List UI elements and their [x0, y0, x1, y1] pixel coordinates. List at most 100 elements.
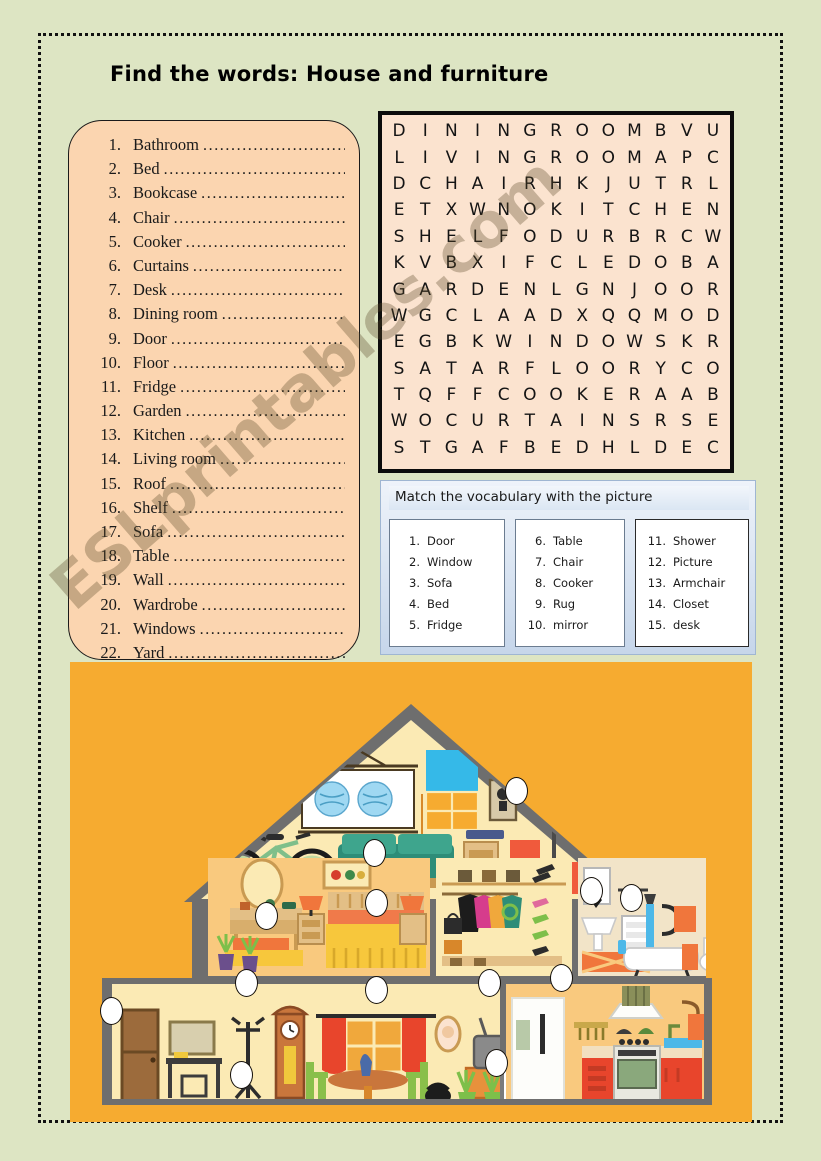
wordlist-item[interactable]: 14. Living room..........................…	[83, 449, 345, 473]
wordsearch-cell[interactable]: X	[464, 250, 490, 276]
wordlist-item[interactable]: 7. Desk..................................…	[83, 280, 345, 304]
wordlist-item[interactable]: 8. Dining room...........................…	[83, 304, 345, 328]
wordsearch-cell[interactable]: I	[517, 329, 543, 355]
wordsearch-cell[interactable]: E	[543, 435, 569, 461]
wordsearch-cell[interactable]: B	[438, 250, 464, 276]
wordsearch-cell[interactable]: A	[464, 171, 490, 197]
wordsearch-cell[interactable]: G	[569, 277, 595, 303]
wordsearch-cell[interactable]: A	[648, 382, 674, 408]
wordsearch-cell[interactable]: R	[648, 408, 674, 434]
wordsearch-cell[interactable]: K	[569, 171, 595, 197]
wordlist-item[interactable]: 13. Kitchen..............................…	[83, 425, 345, 449]
wordsearch-cell[interactable]: A	[700, 250, 726, 276]
wordsearch-grid[interactable]: DININGROOMBVULIVINGROOMAPCDCHAIRHKJUTRLE…	[378, 111, 734, 473]
wordsearch-cell[interactable]: D	[621, 250, 647, 276]
wordlist-item[interactable]: 10. Floor................................…	[83, 353, 345, 377]
wordlist-item[interactable]: 11. Fridge...............................…	[83, 377, 345, 401]
wordsearch-cell[interactable]: L	[464, 303, 490, 329]
wordsearch-cell[interactable]: E	[491, 277, 517, 303]
wordsearch-cell[interactable]: B	[648, 118, 674, 144]
wordsearch-cell[interactable]: R	[517, 171, 543, 197]
wordsearch-cell[interactable]: B	[621, 224, 647, 250]
wordsearch-cell[interactable]: D	[569, 435, 595, 461]
wordsearch-cell[interactable]: A	[543, 408, 569, 434]
wordsearch-cell[interactable]: E	[674, 435, 700, 461]
wordsearch-cell[interactable]: G	[412, 329, 438, 355]
wordsearch-cell[interactable]: H	[412, 224, 438, 250]
wordsearch-cell[interactable]: D	[543, 303, 569, 329]
wordsearch-cell[interactable]: F	[464, 382, 490, 408]
wordsearch-cell[interactable]: S	[386, 435, 412, 461]
wordsearch-cell[interactable]: A	[517, 303, 543, 329]
answer-circle[interactable]	[485, 1049, 508, 1077]
wordsearch-cell[interactable]: F	[517, 250, 543, 276]
wordlist-item[interactable]: 19. Wall.................................…	[83, 570, 345, 594]
wordsearch-cell[interactable]: E	[438, 224, 464, 250]
wordsearch-cell[interactable]: T	[595, 197, 621, 223]
wordlist-item[interactable]: 20. Wardrobe.............................…	[83, 595, 345, 619]
wordsearch-cell[interactable]: B	[700, 382, 726, 408]
answer-circle[interactable]	[478, 969, 501, 997]
wordsearch-cell[interactable]: F	[517, 356, 543, 382]
wordsearch-cell[interactable]: R	[621, 356, 647, 382]
wordsearch-cell[interactable]: I	[569, 408, 595, 434]
wordsearch-cell[interactable]: P	[674, 145, 700, 171]
wordsearch-cell[interactable]: O	[700, 356, 726, 382]
wordsearch-cell[interactable]: R	[491, 356, 517, 382]
wordsearch-cell[interactable]: T	[648, 171, 674, 197]
wordsearch-cell[interactable]: K	[674, 329, 700, 355]
wordsearch-cell[interactable]: D	[543, 224, 569, 250]
wordsearch-cell[interactable]: N	[595, 408, 621, 434]
wordsearch-cell[interactable]: O	[648, 250, 674, 276]
wordsearch-cell[interactable]: L	[569, 250, 595, 276]
wordsearch-cell[interactable]: O	[595, 118, 621, 144]
wordsearch-cell[interactable]: I	[464, 145, 490, 171]
wordsearch-cell[interactable]: R	[700, 329, 726, 355]
wordsearch-cell[interactable]: W	[386, 303, 412, 329]
wordsearch-cell[interactable]: O	[517, 224, 543, 250]
match-item[interactable]: 8. Cooker	[522, 576, 618, 597]
wordlist-item[interactable]: 5. Cooker................................…	[83, 232, 345, 256]
wordsearch-cell[interactable]: R	[438, 277, 464, 303]
wordlist-item[interactable]: 1. Bathroom..............................…	[83, 135, 345, 159]
wordsearch-cell[interactable]: V	[412, 250, 438, 276]
wordsearch-cell[interactable]: D	[464, 277, 490, 303]
wordlist-item[interactable]: 9. Door..................................…	[83, 329, 345, 353]
wordsearch-cell[interactable]: T	[412, 197, 438, 223]
wordsearch-cell[interactable]: L	[543, 356, 569, 382]
wordsearch-cell[interactable]: N	[491, 145, 517, 171]
wordsearch-cell[interactable]: C	[621, 197, 647, 223]
wordsearch-cell[interactable]: E	[386, 197, 412, 223]
wordsearch-cell[interactable]: T	[412, 435, 438, 461]
wordsearch-cell[interactable]: G	[386, 277, 412, 303]
wordsearch-cell[interactable]: C	[491, 382, 517, 408]
wordsearch-cell[interactable]: F	[491, 224, 517, 250]
wordsearch-cell[interactable]: W	[700, 224, 726, 250]
wordsearch-cell[interactable]: O	[595, 329, 621, 355]
wordsearch-cell[interactable]: A	[464, 435, 490, 461]
wordsearch-cell[interactable]: Q	[595, 303, 621, 329]
wordsearch-cell[interactable]: R	[543, 118, 569, 144]
wordsearch-cell[interactable]: H	[543, 171, 569, 197]
wordsearch-cell[interactable]: R	[700, 277, 726, 303]
wordsearch-cell[interactable]: G	[517, 145, 543, 171]
answer-circle[interactable]	[255, 902, 278, 930]
wordsearch-cell[interactable]: O	[674, 277, 700, 303]
wordsearch-cell[interactable]: H	[438, 171, 464, 197]
answer-circle[interactable]	[230, 1061, 253, 1089]
wordsearch-cell[interactable]: W	[464, 197, 490, 223]
wordsearch-cell[interactable]: A	[412, 356, 438, 382]
match-item[interactable]: 13. Armchair	[642, 576, 742, 597]
wordsearch-cell[interactable]: S	[386, 224, 412, 250]
match-item[interactable]: 5. Fridge	[396, 618, 498, 639]
match-item[interactable]: 12. Picture	[642, 555, 742, 576]
wordsearch-cell[interactable]: D	[386, 171, 412, 197]
wordsearch-cell[interactable]: I	[491, 171, 517, 197]
wordsearch-cell[interactable]: E	[595, 250, 621, 276]
wordsearch-cell[interactable]: U	[700, 118, 726, 144]
wordsearch-cell[interactable]: I	[412, 118, 438, 144]
wordsearch-cell[interactable]: I	[569, 197, 595, 223]
wordsearch-cell[interactable]: L	[700, 171, 726, 197]
match-item[interactable]: 4. Bed	[396, 597, 498, 618]
wordsearch-cell[interactable]: O	[595, 145, 621, 171]
